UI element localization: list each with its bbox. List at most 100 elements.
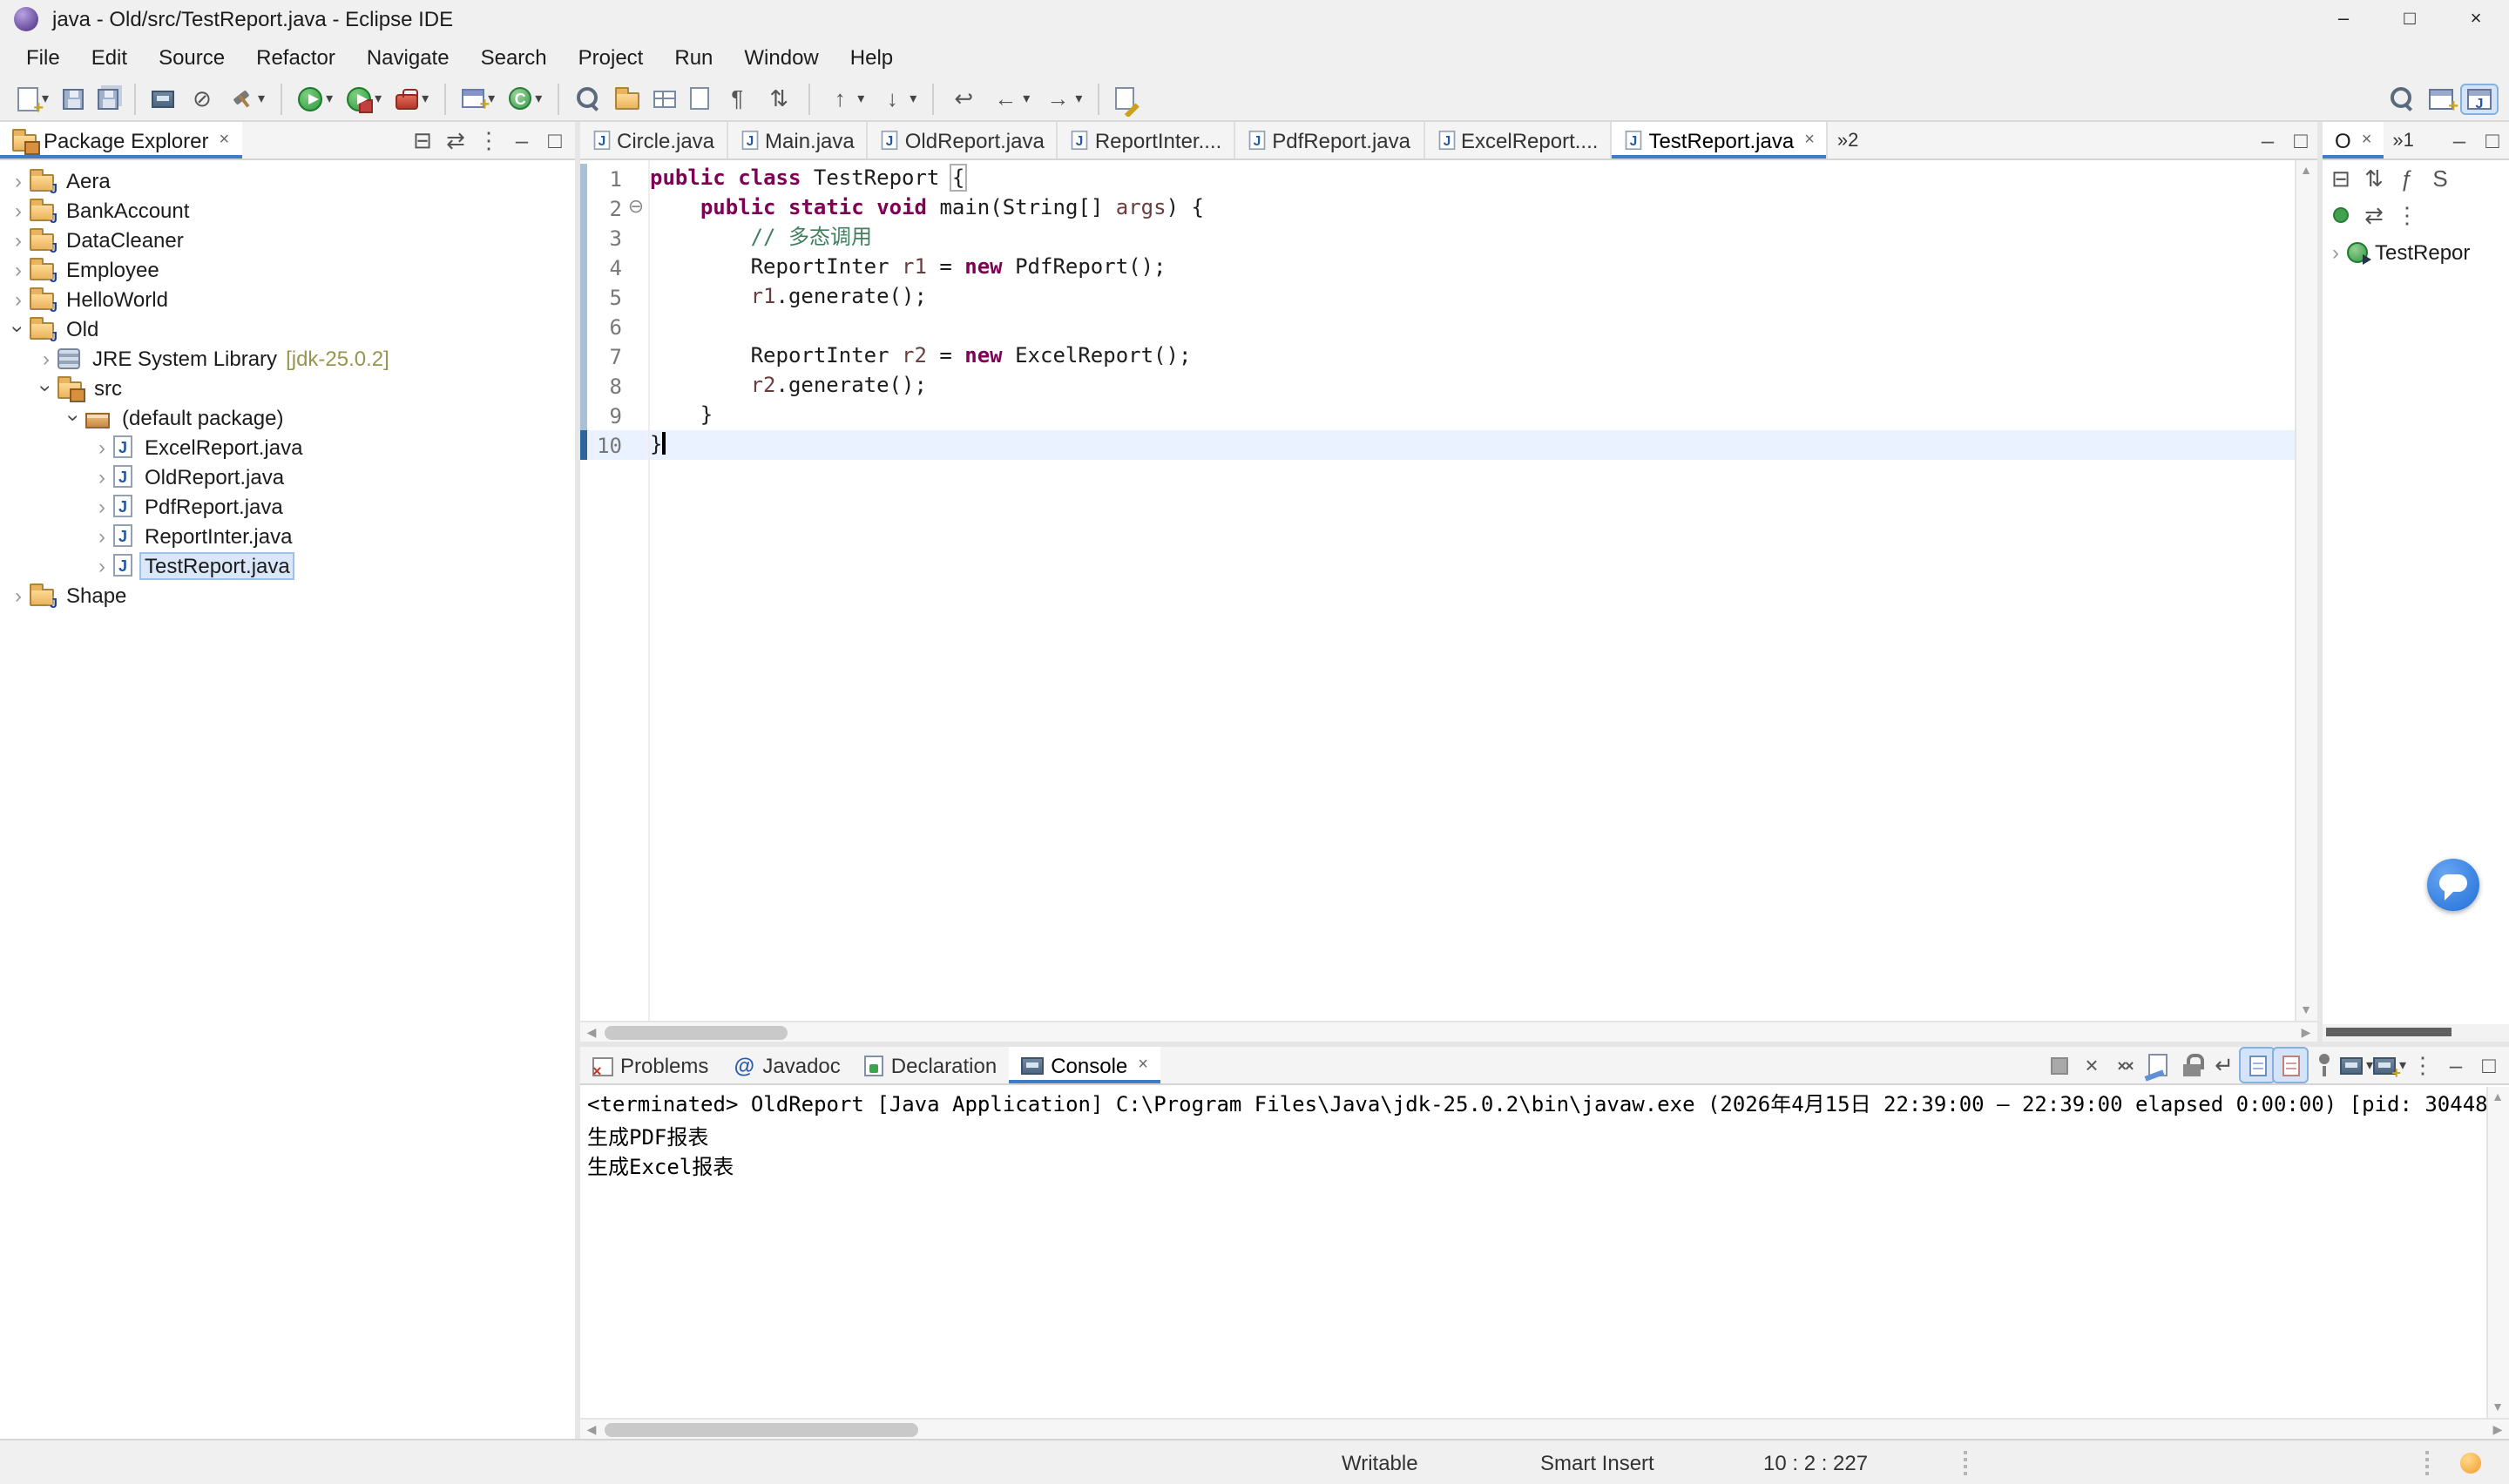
editor-tab-excelreport-[interactable]: ExcelReport.... xyxy=(1424,122,1612,159)
chevron-collapsed-icon[interactable]: › xyxy=(91,523,113,548)
tab-problems[interactable]: Problems xyxy=(580,1047,720,1083)
scroll-left-arrow[interactable]: ◀ xyxy=(580,1022,603,1043)
sort-members-button[interactable]: ⇅ xyxy=(760,81,798,116)
fold-collapse-icon[interactable]: ⊖ xyxy=(626,193,646,223)
link-with-editor-button[interactable]: ⇄ xyxy=(2357,199,2391,232)
tab-overflow-indicator[interactable]: »2 xyxy=(1837,130,1859,151)
tree-item-shape[interactable]: ›Shape xyxy=(0,580,575,610)
chevron-expanded-icon[interactable]: › xyxy=(34,376,58,399)
assistant-chat-button[interactable] xyxy=(2427,859,2479,911)
display-selected-console-button[interactable]: ▾ xyxy=(2340,1049,2373,1082)
pin-editor-button[interactable] xyxy=(1110,84,1140,113)
editor-ruler[interactable]: 12⊖345678910 xyxy=(580,160,650,1021)
menu-source[interactable]: Source xyxy=(143,42,240,73)
menu-file[interactable]: File xyxy=(10,42,76,73)
tab-console[interactable]: Console× xyxy=(1009,1047,1160,1083)
maximize-editor-button[interactable]: □ xyxy=(2284,124,2317,157)
window-maximize-button[interactable]: □ xyxy=(2377,0,2443,38)
back-button[interactable]: ←▾ xyxy=(986,81,1035,116)
scrollbar-thumb[interactable] xyxy=(605,1026,788,1040)
search-button[interactable] xyxy=(570,82,606,115)
minimize-view-button[interactable]: – xyxy=(505,124,538,157)
maximize-view-button[interactable]: □ xyxy=(538,124,571,157)
coverage-button[interactable]: ▾ xyxy=(342,83,387,114)
open-task-button[interactable] xyxy=(685,84,714,113)
close-icon[interactable]: × xyxy=(2362,131,2372,150)
show-on-stdout-button[interactable] xyxy=(2241,1049,2274,1082)
menu-help[interactable]: Help xyxy=(835,42,909,73)
gutter-line[interactable]: 8 xyxy=(580,371,648,401)
notification-icon[interactable] xyxy=(2460,1453,2481,1474)
package-explorer-tab[interactable]: Package Explorer × xyxy=(0,122,241,159)
show-whitespace-button[interactable]: ¶ xyxy=(718,81,756,116)
window-close-button[interactable]: × xyxy=(2443,0,2509,38)
view-menu-button[interactable]: ⋮ xyxy=(472,124,505,157)
next-annotation-button[interactable]: ↓▾ xyxy=(873,81,922,116)
tree-item-helloworld[interactable]: ›HelloWorld xyxy=(0,284,575,314)
link-with-editor-button[interactable]: ⇄ xyxy=(439,124,472,157)
view-menu-button[interactable]: ⋮ xyxy=(2406,1049,2439,1082)
close-icon[interactable]: × xyxy=(219,131,229,150)
chevron-expanded-icon[interactable]: › xyxy=(6,317,30,340)
scroll-up-arrow[interactable]: ▲ xyxy=(2295,160,2317,181)
chevron-collapsed-icon[interactable]: › xyxy=(7,227,30,252)
gutter-line[interactable]: 4 xyxy=(580,253,648,282)
editor-vertical-scrollbar[interactable]: ▲ ▼ xyxy=(2295,160,2317,1021)
chevron-expanded-icon[interactable]: › xyxy=(62,406,86,428)
tree-item--default-package-[interactable]: ›(default package) xyxy=(0,402,575,432)
chevron-collapsed-icon[interactable]: › xyxy=(7,583,30,607)
close-icon[interactable]: × xyxy=(1804,131,1815,150)
clear-console-button[interactable] xyxy=(2141,1049,2174,1082)
minimize-editor-button[interactable]: – xyxy=(2251,124,2284,157)
editor-horizontal-scrollbar[interactable]: ◀ ▶ xyxy=(580,1021,2317,1042)
scrollbar-thumb[interactable] xyxy=(605,1423,918,1437)
hide-non-public-members-button[interactable] xyxy=(2324,199,2357,232)
java-perspective-button[interactable] xyxy=(2462,84,2497,112)
editor-tab-reportinter-[interactable]: ReportInter.... xyxy=(1058,122,1235,159)
tab-javadoc[interactable]: @Javadoc xyxy=(720,1047,852,1083)
console-horizontal-scrollbar[interactable]: ◀ ▶ xyxy=(580,1418,2509,1439)
window-minimize-button[interactable]: – xyxy=(2310,0,2377,38)
menu-refactor[interactable]: Refactor xyxy=(240,42,351,73)
console-vertical-scrollbar[interactable]: ▲ ▼ xyxy=(2486,1087,2509,1418)
show-on-stderr-button[interactable] xyxy=(2274,1049,2307,1082)
remove-launch-button[interactable]: × xyxy=(2075,1049,2108,1082)
sort-button[interactable]: ⇅ xyxy=(2357,162,2391,195)
chevron-collapsed-icon[interactable]: › xyxy=(7,168,30,192)
open-perspective-button[interactable] xyxy=(2424,84,2458,112)
editor-tab-circle-java[interactable]: Circle.java xyxy=(580,122,728,159)
view-overflow-indicator[interactable]: »1 xyxy=(2392,130,2414,151)
view-menu-button[interactable]: ⋮ xyxy=(2391,199,2424,232)
hide-fields-button[interactable]: ƒ xyxy=(2391,162,2424,195)
hide-static-members-button[interactable]: S xyxy=(2424,162,2457,195)
tree-item-employee[interactable]: ›Employee xyxy=(0,254,575,284)
open-resource-button[interactable] xyxy=(610,84,645,112)
open-terminal-button[interactable] xyxy=(146,86,179,111)
tree-item-excelreport-java[interactable]: ›ExcelReport.java xyxy=(0,432,575,462)
code-editor[interactable]: 12⊖345678910 public class TestReport { p… xyxy=(580,160,2317,1021)
minimize-view-button[interactable]: – xyxy=(2443,124,2476,157)
chevron-collapsed-icon[interactable]: › xyxy=(91,435,113,459)
gutter-line[interactable]: 6 xyxy=(580,312,648,341)
scroll-down-arrow[interactable]: ▼ xyxy=(2295,1000,2317,1021)
scrollbar-thumb[interactable] xyxy=(2326,1028,2452,1036)
editor-tab-main-java[interactable]: Main.java xyxy=(728,122,869,159)
console-output[interactable]: 生成PDF报表生成Excel报表 xyxy=(580,1120,2486,1418)
tab-declaration[interactable]: Declaration xyxy=(853,1047,1009,1083)
maximize-view-button[interactable]: □ xyxy=(2476,124,2509,157)
remove-all-terminated-button[interactable]: ×× xyxy=(2108,1049,2141,1082)
tree-item-bankaccount[interactable]: ›BankAccount xyxy=(0,195,575,225)
menu-search[interactable]: Search xyxy=(465,42,563,73)
menu-window[interactable]: Window xyxy=(728,42,834,73)
gutter-line[interactable]: 3 xyxy=(580,223,648,253)
outline-item-testreport[interactable]: › TestRepor xyxy=(2323,237,2509,266)
chevron-collapsed-icon[interactable]: › xyxy=(91,494,113,518)
word-wrap-button[interactable]: ↵ xyxy=(2208,1049,2241,1082)
outline-horizontal-scrollbar[interactable] xyxy=(2323,1024,2509,1042)
new-java-class-button[interactable]: ▾ xyxy=(504,84,547,113)
run-button[interactable]: ▾ xyxy=(293,83,338,114)
last-edit-location-button[interactable]: ↩ xyxy=(944,81,983,116)
chevron-collapsed-icon[interactable]: › xyxy=(91,553,113,577)
tree-item-old[interactable]: ›Old xyxy=(0,314,575,343)
new-java-project-button[interactable]: ▾ xyxy=(456,85,500,111)
